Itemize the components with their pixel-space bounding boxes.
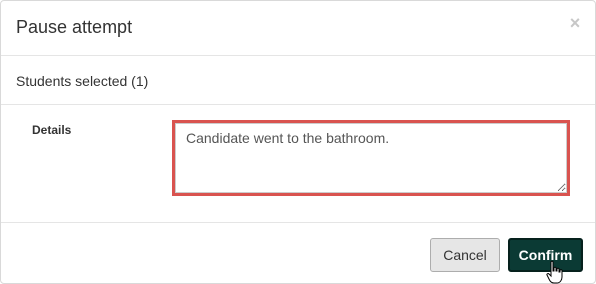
details-highlight: Candidate went to the bathroom. <box>172 120 570 196</box>
confirm-button[interactable]: Confirm <box>508 238 583 272</box>
details-textarea[interactable]: Candidate went to the bathroom. <box>175 123 567 193</box>
selection-summary: Students selected (1) <box>1 57 595 105</box>
students-selected-text: Students selected (1) <box>16 73 149 89</box>
cancel-button[interactable]: Cancel <box>430 238 500 272</box>
dialog-footer: Cancel Confirm <box>1 224 595 283</box>
pause-attempt-dialog: Pause attempt × Students selected (1) De… <box>0 0 596 284</box>
dialog-title: Pause attempt <box>16 17 133 37</box>
close-icon[interactable]: × <box>567 13 583 33</box>
dialog-header: Pause attempt × <box>1 1 595 56</box>
details-form-row: Details Candidate went to the bathroom. <box>1 106 595 223</box>
details-label: Details <box>32 123 72 137</box>
